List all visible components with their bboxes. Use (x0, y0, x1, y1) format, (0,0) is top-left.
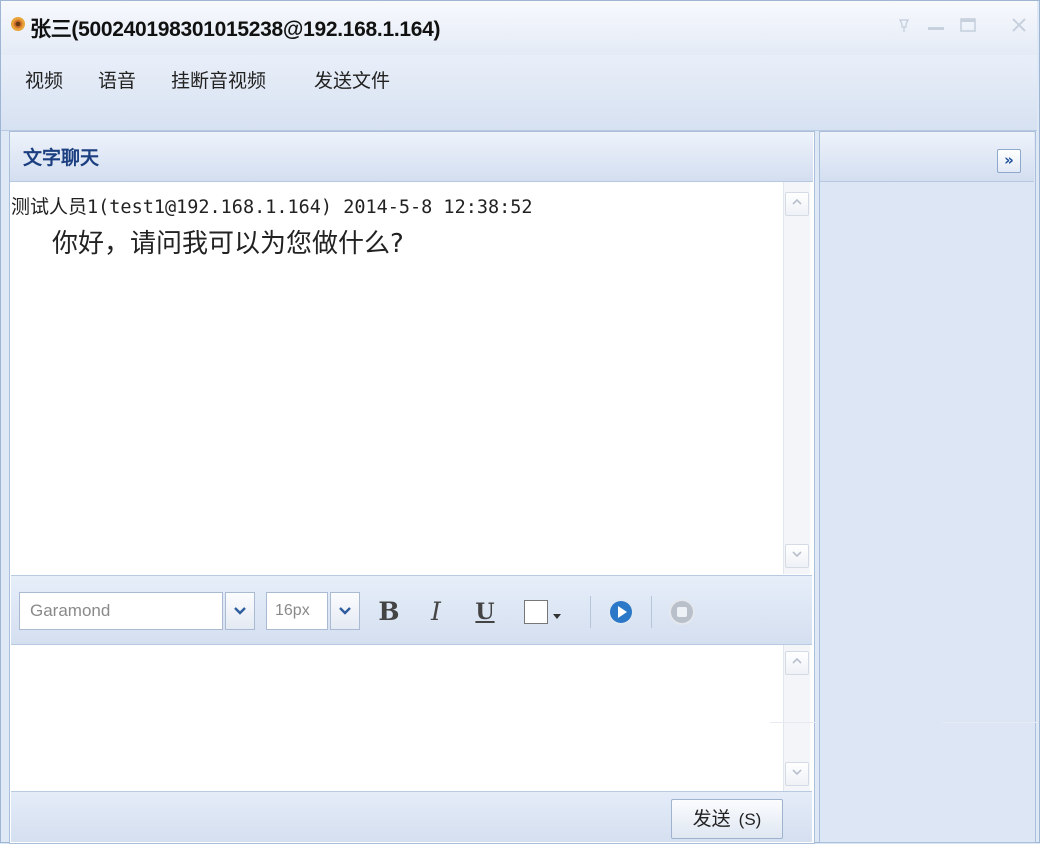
divider (770, 722, 816, 723)
scroll-down-icon[interactable] (785, 762, 809, 786)
stop-icon[interactable] (667, 597, 697, 631)
chevron-down-icon[interactable] (330, 592, 360, 630)
send-button-hotkey: (S) (738, 810, 762, 829)
color-picker-icon[interactable] (524, 600, 548, 624)
scroll-up-icon[interactable] (785, 651, 809, 675)
font-size-select[interactable]: 16px (266, 592, 328, 630)
text-chat-title: 文字聊天 (23, 147, 100, 169)
message-input[interactable] (11, 645, 782, 791)
chevron-down-icon[interactable] (225, 592, 255, 630)
send-button[interactable]: 发送 (S) (671, 799, 783, 839)
maximize-icon[interactable] (957, 16, 979, 34)
scroll-up-icon[interactable] (785, 192, 809, 216)
minimize-icon[interactable] (925, 16, 947, 34)
color-dropdown-icon[interactable] (552, 605, 562, 624)
text-chat-header (10, 132, 813, 182)
divider (942, 722, 1038, 723)
font-family-select[interactable]: Garamond (19, 592, 223, 630)
expand-icon[interactable]: » (997, 149, 1021, 173)
sunflower-icon (10, 16, 26, 32)
menu-bar (1, 55, 1037, 131)
send-button-label: 发送 (692, 808, 731, 830)
side-panel (819, 131, 1036, 843)
message-sender-info: 1(test1@192.168.1.164) 2014-5-8 12:38:52 (87, 197, 533, 218)
scroll-down-icon[interactable] (785, 544, 809, 568)
message-meta: 测试人员1(test1@192.168.1.164) 2014-5-8 12:3… (11, 192, 533, 219)
italic-icon[interactable]: I (421, 596, 451, 628)
toolbar-separator (590, 596, 591, 628)
toolbar-separator (651, 596, 652, 628)
menu-send-file[interactable]: 发送文件 (314, 66, 390, 93)
window-title: 张三(500240198301015238@192.168.1.164) (30, 18, 441, 41)
menu-voice[interactable]: 语音 (98, 66, 136, 93)
bold-icon[interactable]: B (374, 596, 404, 628)
history-scrollbar[interactable] (783, 182, 810, 574)
pin-icon[interactable] (893, 16, 915, 34)
menu-video[interactable]: 视频 (25, 66, 63, 93)
close-icon[interactable] (1008, 16, 1030, 34)
underline-icon[interactable]: U (470, 596, 500, 628)
play-icon[interactable] (606, 597, 636, 631)
menu-hangup-av[interactable]: 挂断音视频 (171, 66, 266, 93)
message-text: 你好，请问我可以为您做什么? (52, 229, 404, 259)
message-sender: 测试人员 (11, 196, 88, 218)
